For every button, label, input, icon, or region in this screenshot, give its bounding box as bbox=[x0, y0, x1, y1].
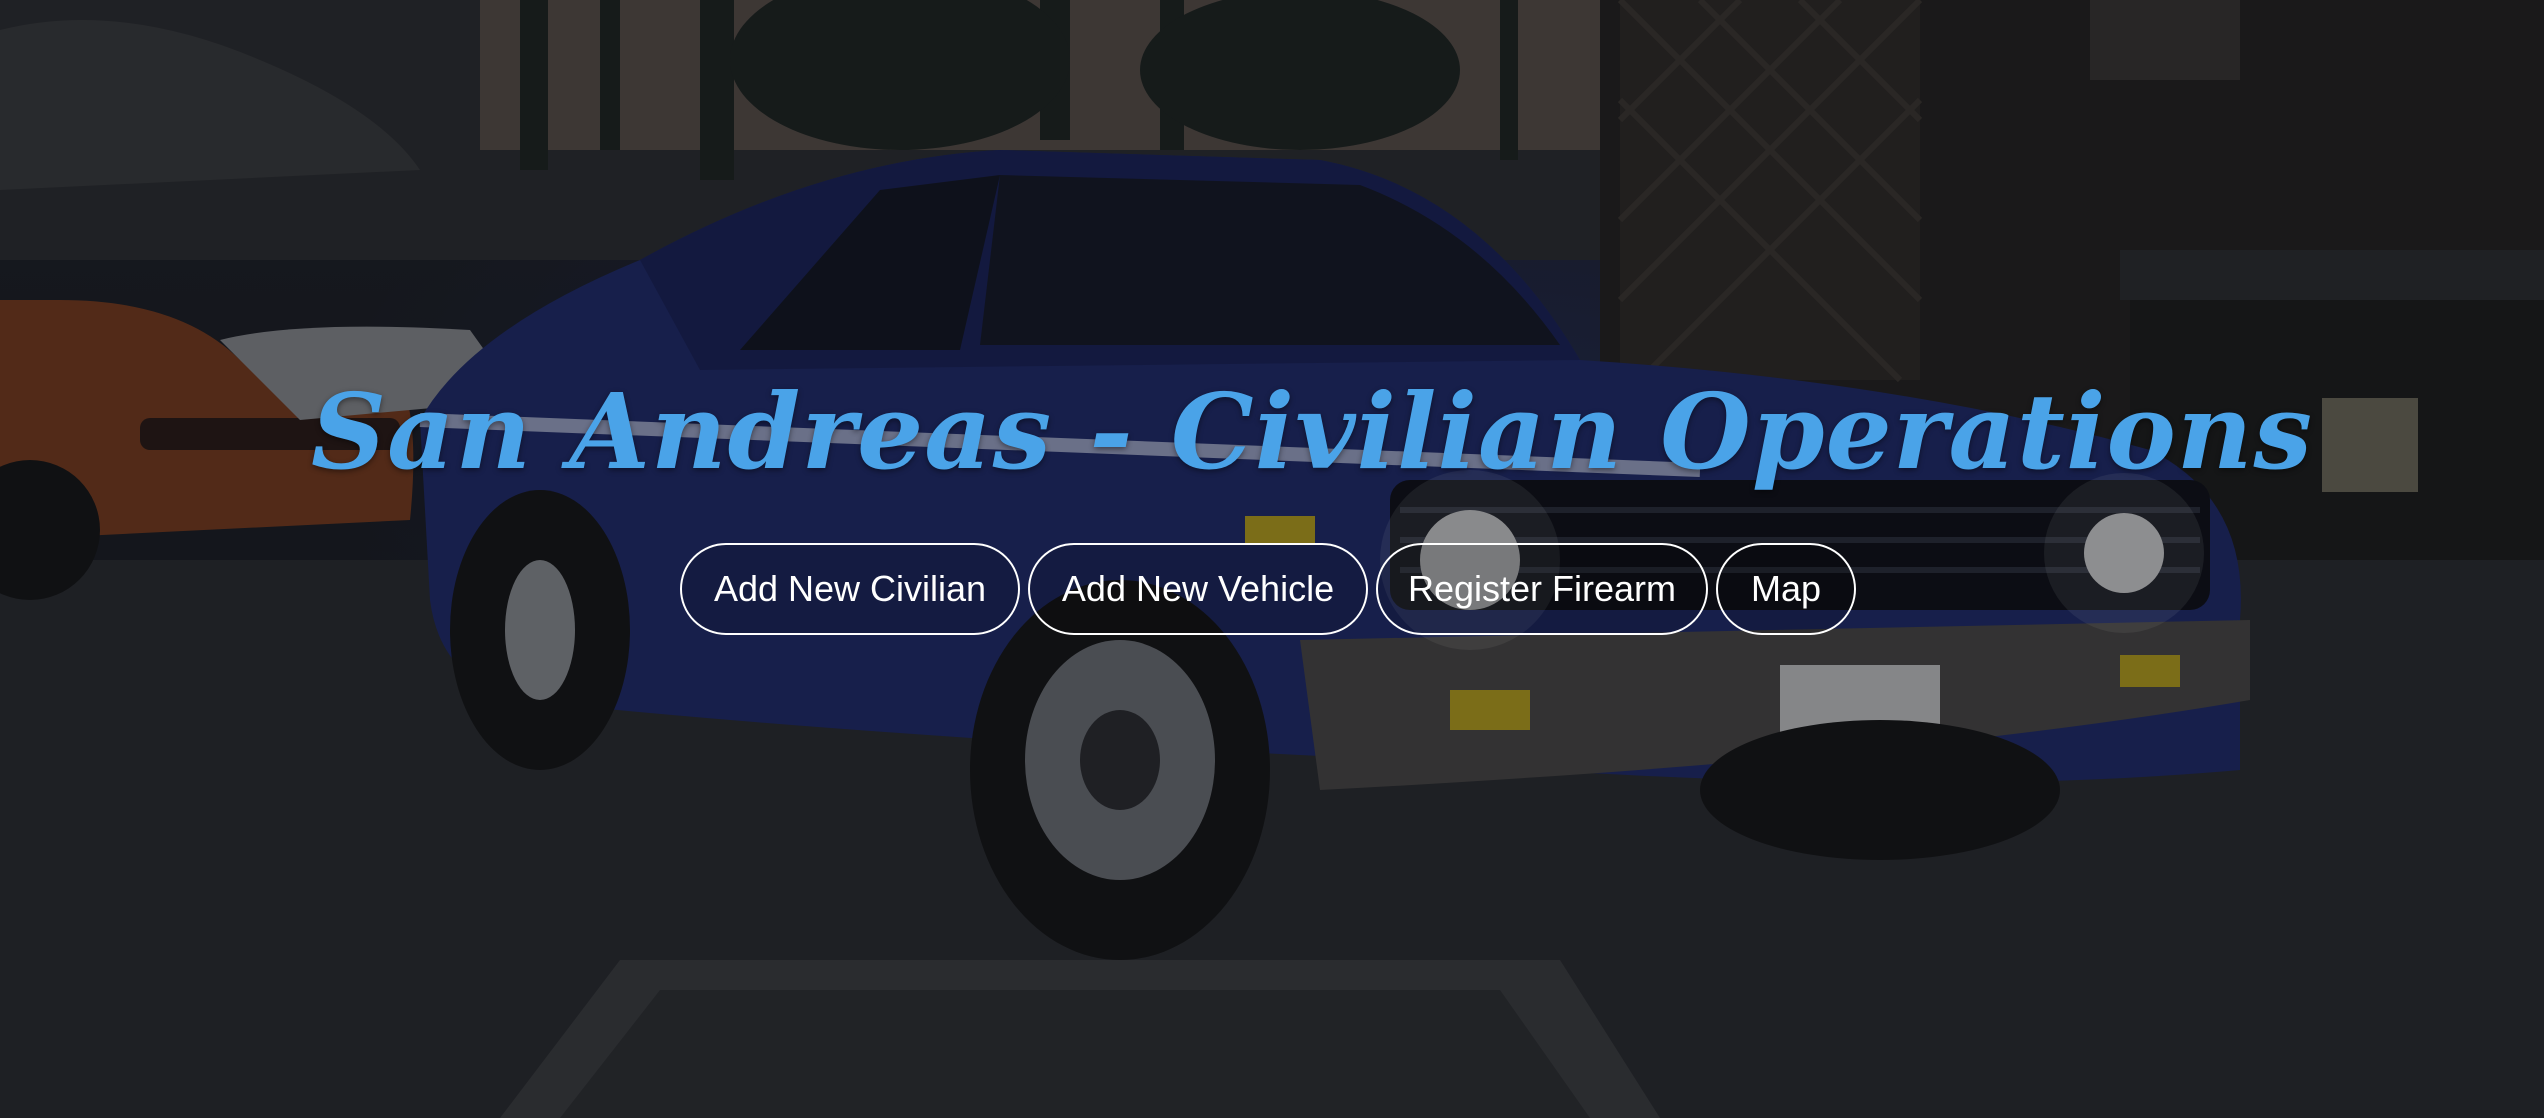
hero-section: San Andreas - Civilian Operations Add Ne… bbox=[0, 0, 2544, 1118]
register-firearm-button[interactable]: Register Firearm bbox=[1376, 543, 1708, 635]
map-button[interactable]: Map bbox=[1716, 543, 1856, 635]
add-new-vehicle-button[interactable]: Add New Vehicle bbox=[1028, 543, 1368, 635]
hero-content: San Andreas - Civilian Operations Add Ne… bbox=[0, 0, 2544, 1118]
action-nav: Add New Civilian Add New Vehicle Registe… bbox=[680, 543, 1856, 635]
page-title: San Andreas - Civilian Operations bbox=[311, 370, 2313, 493]
add-new-civilian-button[interactable]: Add New Civilian bbox=[680, 543, 1020, 635]
